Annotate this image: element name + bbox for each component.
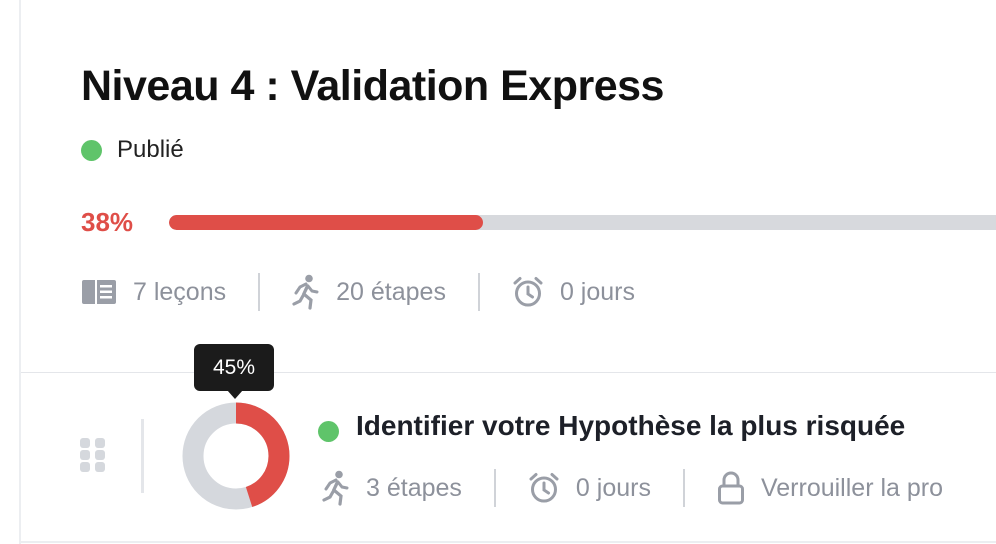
alarm-clock-icon xyxy=(529,473,559,503)
lesson-stats: 3 étapes 0 jours Verrouiller la pro xyxy=(322,469,943,507)
progress-tooltip: 45% xyxy=(194,344,274,391)
progress-percentage: 38% xyxy=(81,207,134,237)
lesson-status-dot xyxy=(318,421,339,442)
lesson-steps-count: 3 étapes xyxy=(322,470,462,506)
tooltip-arrow xyxy=(227,390,243,399)
status-dot xyxy=(81,139,102,161)
lesson-progress-donut[interactable] xyxy=(182,402,290,510)
module-status: Publié xyxy=(81,136,184,164)
steps-count-label: 20 étapes xyxy=(336,277,446,306)
stat-separator xyxy=(258,273,261,311)
module-stats: 7 leçons 20 étapes 0 jours xyxy=(81,273,635,311)
stat-separator xyxy=(682,469,685,507)
module-progress: 38% xyxy=(81,205,996,239)
lesson-duration: 0 jours xyxy=(528,472,651,504)
progress-fill xyxy=(169,215,484,230)
drag-handle-icon[interactable] xyxy=(80,438,106,472)
alarm-clock-icon xyxy=(513,277,543,307)
steps-count: 20 étapes xyxy=(292,274,446,310)
walking-person-icon xyxy=(292,274,319,310)
lock-icon xyxy=(717,471,744,505)
duration: 0 jours xyxy=(512,276,635,308)
progress-track xyxy=(169,215,996,230)
lesson-steps-label: 3 étapes xyxy=(366,473,462,502)
lessons-count-label: 7 leçons xyxy=(133,277,227,306)
duration-label: 0 jours xyxy=(559,277,635,306)
stat-separator xyxy=(477,273,480,311)
lessons-count: 7 leçons xyxy=(81,278,226,307)
section-divider xyxy=(21,372,996,373)
row-separator xyxy=(141,419,144,493)
status-label: Publié xyxy=(117,136,184,163)
module-title: Niveau 4 : Validation Express xyxy=(81,62,664,110)
lock-toggle[interactable]: Verrouiller la pro xyxy=(717,471,943,505)
card-bottom-border xyxy=(21,541,996,543)
card-left-border xyxy=(19,0,21,544)
lesson-title[interactable]: Identifier votre Hypothèse la plus risqu… xyxy=(356,410,905,442)
book-icon xyxy=(82,280,116,304)
lesson-duration-label: 0 jours xyxy=(575,473,651,502)
walking-person-icon xyxy=(322,470,349,506)
stat-separator xyxy=(493,469,496,507)
lock-label[interactable]: Verrouiller la pro xyxy=(761,474,943,503)
